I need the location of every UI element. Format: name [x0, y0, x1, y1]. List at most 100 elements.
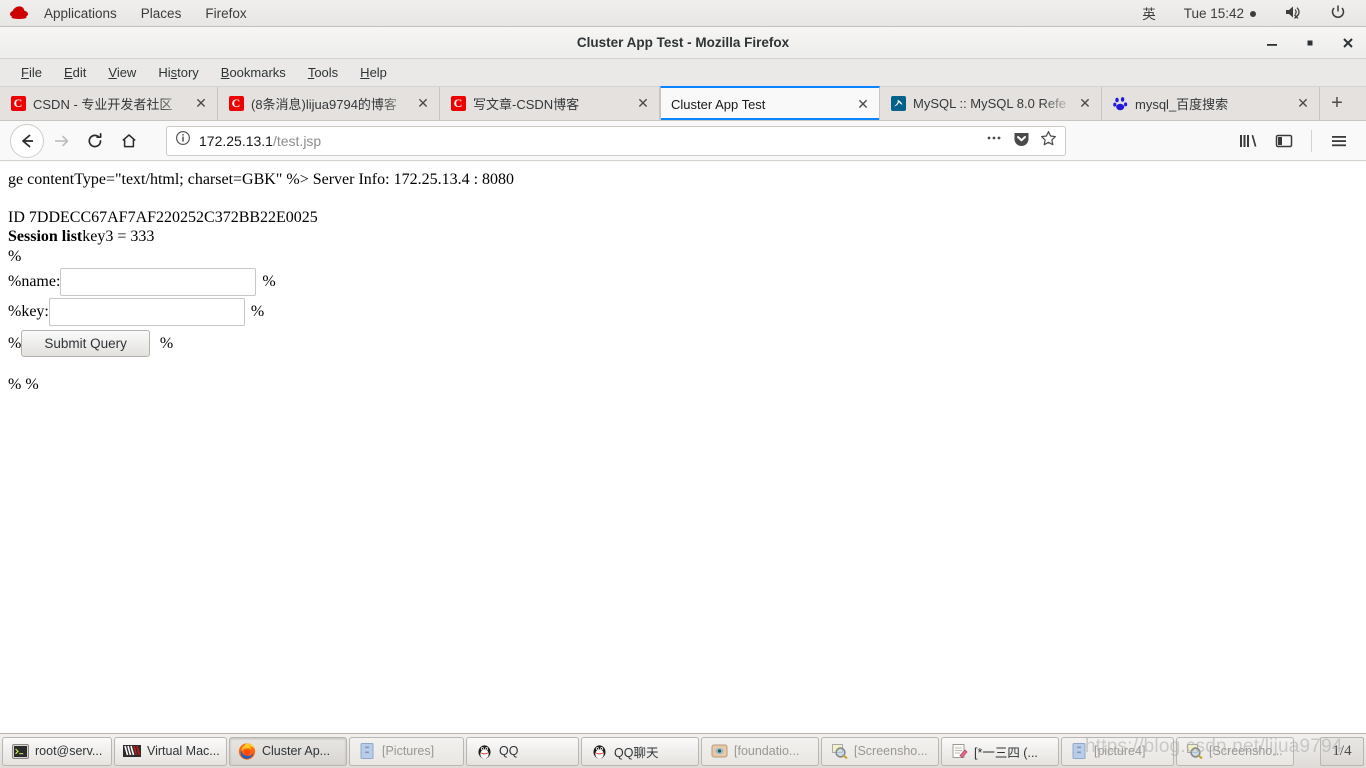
tab-csdn-community[interactable]: C CSDN - 专业开发者社区 ✕ — [0, 87, 218, 120]
file-manager-icon — [1070, 742, 1088, 760]
page-content: ge contentType="text/html; charset=GBK" … — [0, 162, 1366, 733]
tab-lijua-blog[interactable]: C (8条消息)lijua9794的博客 ✕ — [218, 87, 440, 120]
ellipsis-icon[interactable] — [985, 130, 1003, 151]
taskbar-item-qq[interactable]: QQ — [466, 736, 579, 766]
redhat-logo-icon — [8, 4, 30, 22]
window-titlebar: Cluster App Test - Mozilla Firefox — [0, 27, 1366, 59]
toolbar-right-group — [1221, 124, 1356, 158]
clock-text: Tue 15:42 — [1183, 5, 1244, 21]
menu-tools[interactable]: Tools — [297, 61, 349, 84]
home-icon[interactable] — [112, 124, 146, 158]
pocket-icon[interactable] — [1013, 130, 1030, 152]
taskbar-label: QQ — [499, 744, 519, 758]
tab-cluster-app-test[interactable]: Cluster App Test ✕ — [660, 86, 880, 120]
qq-penguin-icon — [475, 742, 493, 760]
menu-places[interactable]: Places — [129, 3, 194, 24]
taskbar-item-firefox[interactable]: Cluster Ap... — [229, 736, 347, 766]
taskbar-item-terminal[interactable]: root@serv... — [2, 736, 112, 766]
content-spacer-2 — [8, 357, 1358, 375]
tab-label: (8条消息)lijua9794的博客 — [251, 97, 397, 112]
notification-dot-icon — [1250, 10, 1256, 17]
menu-view[interactable]: View — [97, 61, 147, 84]
workspace-indicator[interactable]: 1/4 — [1320, 736, 1364, 766]
qq-penguin-icon — [590, 742, 608, 760]
tab-label: CSDN - 专业开发者社区 — [33, 97, 173, 112]
tab-close-icon[interactable]: ✕ — [1295, 95, 1311, 112]
csdn-icon: C — [228, 96, 244, 112]
tab-close-icon[interactable]: ✕ — [855, 96, 871, 112]
taskbar-item-qq-chat[interactable]: QQ聊天 — [581, 736, 699, 766]
tab-label: Cluster App Test — [671, 96, 766, 112]
forward-arrow-icon[interactable] — [44, 124, 78, 158]
text-editor-icon — [950, 742, 968, 760]
url-path: /test.jsp — [272, 132, 322, 149]
minimize-button[interactable] — [1264, 35, 1280, 51]
menu-firefox[interactable]: Firefox — [193, 3, 258, 24]
key-form-row: %key: % — [8, 298, 1358, 327]
taskbar-item-picture4[interactable]: [picture4] — [1061, 736, 1174, 766]
menu-help-accel: H — [360, 65, 370, 80]
info-circle-icon[interactable] — [175, 130, 191, 151]
power-icon[interactable] — [1316, 1, 1360, 26]
library-icon[interactable] — [1231, 124, 1265, 158]
page-line-session-id: ID 7DDECC67AF7AF220252C372BB22E0025 — [8, 208, 318, 226]
tab-mysql-reference[interactable]: MySQL :: MySQL 8.0 Refe ✕ — [880, 87, 1102, 120]
menu-applications[interactable]: Applications — [32, 3, 129, 24]
input-method-indicator[interactable]: 英 — [1128, 0, 1170, 26]
screen: Applications Places Firefox 英 Tue 15:42 — [0, 0, 1366, 768]
taskbar-item-pictures[interactable]: [Pictures] — [349, 736, 464, 766]
firefox-icon — [238, 742, 256, 760]
tab-label: 写文章-CSDN博客 — [473, 97, 580, 112]
menu-file[interactable]: File — [10, 61, 53, 84]
name-trailer: % — [262, 273, 276, 291]
clock[interactable]: Tue 15:42 — [1170, 3, 1270, 24]
csdn-icon: C — [450, 96, 466, 112]
tab-label: MySQL :: MySQL 8.0 Refe — [913, 96, 1066, 111]
menu-bookmarks-rest: ookmarks — [229, 65, 286, 80]
menu-history[interactable]: History — [147, 61, 209, 84]
close-button[interactable] — [1340, 35, 1356, 51]
reload-icon[interactable] — [78, 124, 112, 158]
taskbar-item-screenshot-1[interactable]: [Screensho... — [821, 736, 939, 766]
taskbar: root@serv... Virtual Mac... Cluster Ap..… — [0, 733, 1366, 768]
url-bar[interactable]: 172.25.13.1/test.jsp — [166, 125, 1066, 156]
tab-close-icon[interactable]: ✕ — [1077, 95, 1093, 112]
taskbar-item-screenshot-2[interactable]: [Screensho... — [1176, 736, 1294, 766]
sidebar-icon[interactable] — [1267, 124, 1301, 158]
new-tab-button[interactable]: + — [1320, 87, 1354, 120]
name-label: %name: — [8, 273, 61, 291]
name-input[interactable] — [60, 268, 257, 297]
submit-query-button[interactable]: Submit Query — [21, 330, 150, 358]
url-text[interactable]: 172.25.13.1/test.jsp — [199, 133, 977, 149]
key-label: %key: — [8, 303, 49, 321]
speaker-muted-icon[interactable] — [1270, 1, 1316, 26]
taskbar-label: Virtual Mac... — [147, 744, 220, 758]
back-arrow-icon[interactable] — [10, 123, 44, 158]
taskbar-item-virtual-machine[interactable]: Virtual Mac... — [114, 736, 227, 766]
taskbar-label: [foundatio... — [734, 744, 800, 758]
tab-close-icon[interactable]: ✕ — [415, 95, 431, 112]
taskbar-label: root@serv... — [35, 744, 103, 758]
page-line-pct: % — [8, 247, 22, 265]
menu-edit[interactable]: Edit — [53, 61, 97, 84]
taskbar-label: Cluster Ap... — [262, 744, 331, 758]
menu-history-pre: Hi — [158, 65, 171, 80]
page-line-footer: % % — [8, 376, 39, 394]
star-icon[interactable] — [1040, 130, 1057, 152]
tab-close-icon[interactable]: ✕ — [193, 95, 209, 112]
tab-baidu-mysql-search[interactable]: mysql_百度搜索 ✕ — [1102, 87, 1320, 120]
hamburger-menu-icon[interactable] — [1322, 124, 1356, 158]
tab-write-article[interactable]: C 写文章-CSDN博客 ✕ — [440, 87, 660, 120]
tab-close-icon[interactable]: ✕ — [635, 95, 651, 112]
file-manager-icon — [358, 742, 376, 760]
maximize-button[interactable] — [1302, 35, 1318, 51]
menu-help[interactable]: Help — [349, 61, 398, 84]
menu-bookmarks[interactable]: Bookmarks — [210, 61, 297, 84]
page-line-session-list: Session listkey3 = 333 — [8, 227, 1358, 247]
screenshot-icon — [1185, 742, 1203, 760]
key-input[interactable] — [48, 298, 245, 327]
taskbar-item-foundation[interactable]: [foundatio... — [701, 736, 819, 766]
menu-file-rest: ile — [28, 65, 42, 80]
key-trailer: % — [250, 303, 265, 321]
taskbar-item-text-editor[interactable]: [*一三四 (... — [941, 736, 1059, 766]
